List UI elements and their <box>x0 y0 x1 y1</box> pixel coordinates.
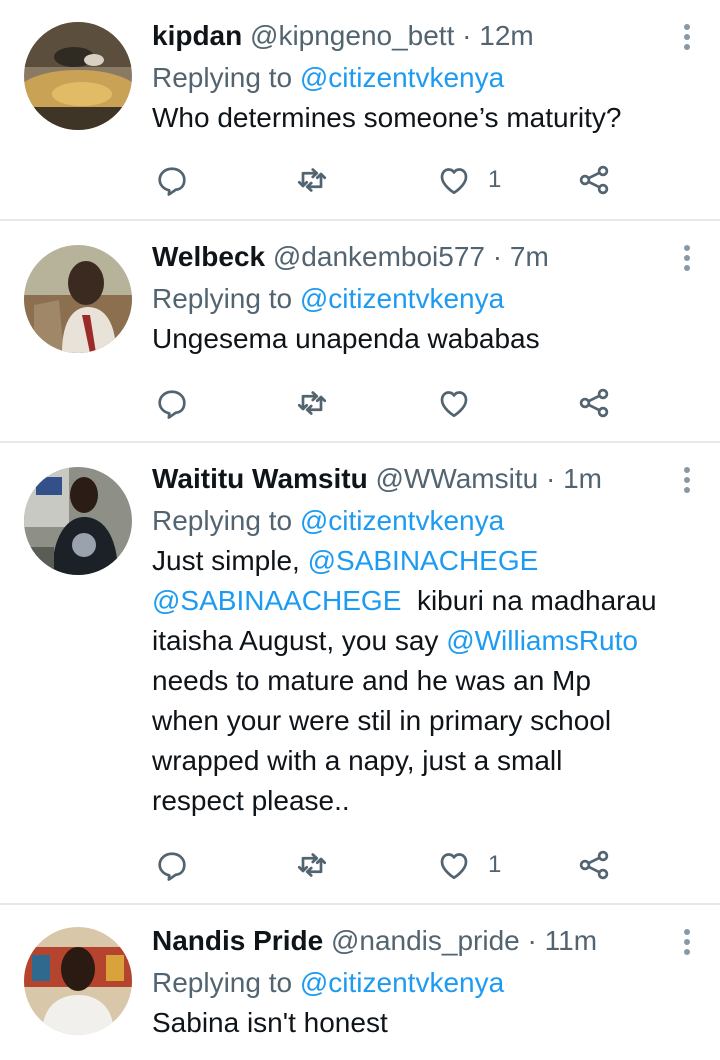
tweet-header: kipdan @kipngeno_bett · 12m <box>152 18 660 54</box>
replying-label: Replying to <box>152 505 293 536</box>
tweet-header: Nandis Pride @nandis_pride · 11m <box>152 923 660 959</box>
replying-label: Replying to <box>152 283 293 314</box>
timestamp[interactable]: 12m <box>479 20 533 51</box>
replying-mention-link[interactable]: @citizentvkenya <box>300 283 504 314</box>
avatar[interactable] <box>24 927 132 1035</box>
timestamp[interactable]: 11m <box>545 925 597 956</box>
share-icon <box>579 388 609 418</box>
reply-icon <box>158 390 186 419</box>
avatar[interactable] <box>24 245 132 353</box>
replying-mention-link[interactable]: @citizentvkenya <box>300 62 504 93</box>
replying-mention-link[interactable]: @citizentvkenya <box>300 505 504 536</box>
tweet[interactable]: Waititu Wamsitu @WWamsitu · 1m Replying … <box>0 443 720 905</box>
tweet-text-end: needs to mature and he was an Mp when yo… <box>152 665 612 816</box>
like-count: 1 <box>488 851 502 878</box>
separator: · <box>527 925 537 956</box>
share-button[interactable] <box>576 845 612 885</box>
retweet-icon <box>297 168 327 192</box>
replying-label: Replying to <box>152 62 293 93</box>
tweet[interactable]: Nandis Pride @nandis_pride · 11m Replyin… <box>0 905 720 1060</box>
retweet-button[interactable] <box>294 160 330 200</box>
tweet-header: Waititu Wamsitu @WWamsitu · 1m <box>152 461 660 497</box>
replying-mention-link[interactable]: @citizentvkenya <box>300 967 504 998</box>
tweet-header: Welbeck @dankemboi577 · 7m <box>152 239 660 275</box>
display-name[interactable]: kipdan <box>152 20 242 51</box>
tweet-actions <box>152 383 622 423</box>
reply-icon <box>158 167 186 196</box>
heart-icon <box>440 853 468 880</box>
tweet-text: Sabina isn't honest <box>152 1007 388 1038</box>
tweet-text: Who determines someone’s maturity? <box>152 102 622 133</box>
tweet-text-intro: Just simple, <box>152 545 300 576</box>
share-button[interactable] <box>576 160 612 200</box>
heart-icon <box>440 168 468 195</box>
tweet-text: Just simple, @SABINACHEGE @SABINAACHEGE … <box>152 541 660 821</box>
display-name[interactable]: Waititu Wamsitu <box>152 463 368 494</box>
replying-to: Replying to @citizentvkenya <box>152 501 660 541</box>
user-handle[interactable]: @nandis_pride <box>331 925 520 956</box>
retweet-icon <box>297 391 327 415</box>
like-button[interactable] <box>436 383 472 423</box>
user-handle[interactable]: @dankemboi577 <box>273 241 485 272</box>
avatar[interactable] <box>24 22 132 130</box>
heart-icon <box>440 391 468 418</box>
retweet-button[interactable] <box>294 383 330 423</box>
replying-to: Replying to @citizentvkenya <box>152 58 660 98</box>
retweet-icon <box>297 853 327 877</box>
user-handle[interactable]: @kipngeno_bett <box>250 20 454 51</box>
reply-icon <box>158 852 186 881</box>
tweet-text: Ungesema unapenda wababas <box>152 323 540 354</box>
tweet-actions: 1 <box>152 845 622 885</box>
replying-to: Replying to @citizentvkenya <box>152 963 660 1003</box>
avatar[interactable] <box>24 467 132 575</box>
mention-link[interactable]: @SABINACHEGE <box>308 545 539 576</box>
like-button[interactable]: 1 <box>436 845 501 885</box>
reply-button[interactable] <box>154 160 190 200</box>
replying-to: Replying to @citizentvkenya <box>152 279 660 319</box>
display-name[interactable]: Welbeck <box>152 241 265 272</box>
more-vertical-icon[interactable] <box>682 24 692 54</box>
display-name[interactable]: Nandis Pride <box>152 925 323 956</box>
timestamp[interactable]: 7m <box>510 241 549 272</box>
separator: · <box>462 20 472 51</box>
replying-label: Replying to <box>152 967 293 998</box>
like-button[interactable]: 1 <box>436 160 501 200</box>
share-icon <box>579 850 609 880</box>
tweet[interactable]: kipdan @kipngeno_bett · 12m Replying to … <box>0 0 720 221</box>
mention-link[interactable]: @WilliamsRuto <box>446 625 638 656</box>
more-vertical-icon[interactable] <box>682 929 692 959</box>
tweet-actions: 1 <box>152 160 622 200</box>
timestamp[interactable]: 1m <box>563 463 602 494</box>
mention-link[interactable]: @SABINAACHEGE <box>152 585 401 616</box>
more-vertical-icon[interactable] <box>682 245 692 275</box>
like-count: 1 <box>488 166 502 193</box>
share-icon <box>579 165 609 195</box>
reply-button[interactable] <box>154 845 190 885</box>
share-button[interactable] <box>576 383 612 423</box>
more-vertical-icon[interactable] <box>682 467 692 497</box>
tweet[interactable]: Welbeck @dankemboi577 · 7m Replying to @… <box>0 221 720 443</box>
retweet-button[interactable] <box>294 845 330 885</box>
user-handle[interactable]: @WWamsitu <box>375 463 538 494</box>
separator: · <box>492 241 503 272</box>
separator: · <box>545 463 556 494</box>
reply-button[interactable] <box>154 383 190 423</box>
